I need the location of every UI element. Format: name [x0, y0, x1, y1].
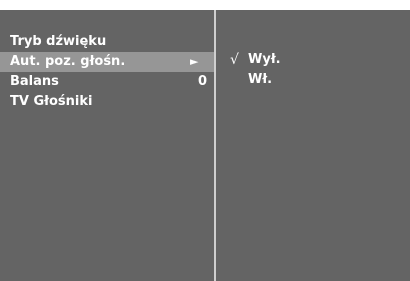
audio-menu-list: Tryb dźwięku Aut. poz. głośn. ► Balans 0…: [0, 32, 214, 112]
submenu-arrow-icon: ►: [190, 55, 199, 68]
submenu-options-list: √ Wył. Wł.: [216, 50, 410, 90]
osd-screen: Tryb dźwięku Aut. poz. głośn. ► Balans 0…: [0, 0, 410, 281]
option-label: Wł.: [248, 72, 273, 87]
balance-value: 0: [197, 74, 207, 89]
menu-item-tv-speakers[interactable]: TV Głośniki: [0, 92, 214, 112]
option-label: Wył.: [248, 52, 281, 67]
menu-item-balance[interactable]: Balans 0: [0, 72, 214, 92]
option-off[interactable]: √ Wył.: [216, 50, 410, 70]
checkmark-icon: √: [230, 52, 239, 68]
menu-item-label: Aut. poz. głośn.: [10, 54, 126, 69]
auto-volume-submenu-panel: √ Wył. Wł.: [216, 10, 410, 281]
audio-menu-panel: Tryb dźwięku Aut. poz. głośn. ► Balans 0…: [0, 10, 214, 281]
menu-item-auto-volume[interactable]: Aut. poz. głośn. ►: [0, 52, 214, 72]
menu-item-label: TV Głośniki: [10, 94, 93, 109]
menu-item-sound-mode[interactable]: Tryb dźwięku: [0, 32, 214, 52]
menu-item-label: Balans: [10, 74, 59, 89]
option-on[interactable]: Wł.: [216, 70, 410, 90]
menu-item-label: Tryb dźwięku: [10, 34, 107, 49]
